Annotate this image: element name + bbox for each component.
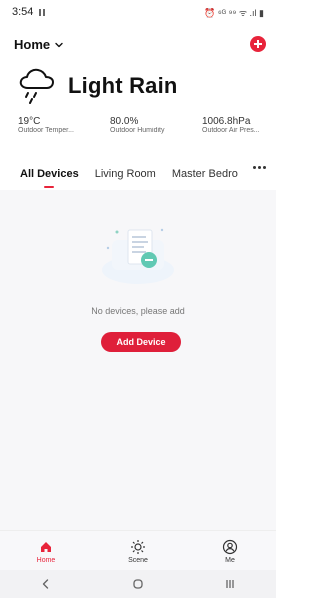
header: Home [0, 30, 276, 58]
profile-icon [222, 539, 238, 555]
home-circle-icon[interactable] [127, 573, 149, 595]
add-device-button[interactable]: Add Device [101, 332, 181, 352]
sun-icon [130, 539, 146, 555]
nav-label: Me [225, 556, 235, 564]
tab-living-room[interactable]: Living Room [95, 168, 156, 180]
screen: 3:54 ⏰ ⁶ᴳ ⁹⁹ ᯤ .ıl ▮ Home Light Rain 19°… [0, 0, 276, 598]
empty-message: No devices, please add [91, 306, 185, 316]
stat-temperature: 19°C Outdoor Temper... [18, 116, 84, 134]
weather-condition: Light Rain [68, 73, 178, 98]
nav-me[interactable]: Me [184, 531, 276, 571]
tab-label: Master Bedro [171, 168, 238, 180]
stat-pressure: 1006.8hPa Outdoor Air Pres... [202, 116, 268, 134]
stat-value: 80.0% [110, 116, 139, 127]
weather-stats: 19°C Outdoor Temper... 80.0% Outdoor Hum… [18, 116, 268, 134]
nav-scene[interactable]: Scene [92, 531, 184, 571]
stat-humidity: 80.0% Outdoor Humidity [110, 116, 176, 134]
android-navigation-bar [0, 570, 276, 598]
room-tabs: All Devices Living Room Master Bedro [0, 158, 276, 190]
status-time: 3:54 [12, 6, 34, 18]
tab-all-devices[interactable]: All Devices [20, 168, 79, 188]
pause-icon [39, 8, 46, 16]
status-bar: 3:54 ⏰ ⁶ᴳ ⁹⁹ ᯤ .ıl ▮ [0, 0, 276, 24]
chevron-down-icon [55, 42, 63, 47]
tab-master-bedroom[interactable]: Master Bedro [172, 168, 238, 180]
tab-label: All Devices [20, 168, 79, 180]
stat-label: Outdoor Air Pres... [202, 127, 260, 134]
more-icon[interactable] [253, 166, 266, 169]
nav-home[interactable]: Home [0, 531, 92, 571]
home-selector[interactable]: Home [14, 37, 64, 52]
back-icon[interactable] [35, 573, 57, 595]
stat-label: Outdoor Humidity [110, 127, 165, 134]
weather-header: Light Rain [18, 68, 258, 104]
empty-state: No devices, please add Add Device [0, 220, 276, 370]
stat-value: 19°C [18, 116, 41, 127]
home-title: Home [14, 36, 51, 52]
stat-label: Outdoor Temper... [18, 127, 74, 134]
status-left: 3:54 [12, 6, 46, 18]
stat-value: 1006.8hPa [202, 116, 251, 127]
weather-card: Light Rain 19°C Outdoor Temper... 80.0% … [18, 68, 260, 134]
nav-label: Home [36, 556, 56, 564]
nav-label: Scene [128, 556, 148, 564]
status-icons-text: ⏰ ⁶ᴳ ⁹⁹ ᯤ .ıl ▮ [204, 7, 264, 18]
recents-icon[interactable] [219, 573, 241, 595]
tab-label: Living Room [94, 168, 156, 180]
bottom-navigation: Home Scene Me [0, 530, 276, 571]
home-icon [39, 539, 53, 555]
empty-devices-illustration-icon [102, 228, 174, 284]
status-icons: ⏰ ⁶ᴳ ⁹⁹ ᯤ .ıl ▮ [204, 6, 264, 19]
active-tab-indicator [44, 186, 55, 188]
add-button[interactable] [250, 36, 266, 52]
rain-cloud-icon [19, 68, 54, 104]
